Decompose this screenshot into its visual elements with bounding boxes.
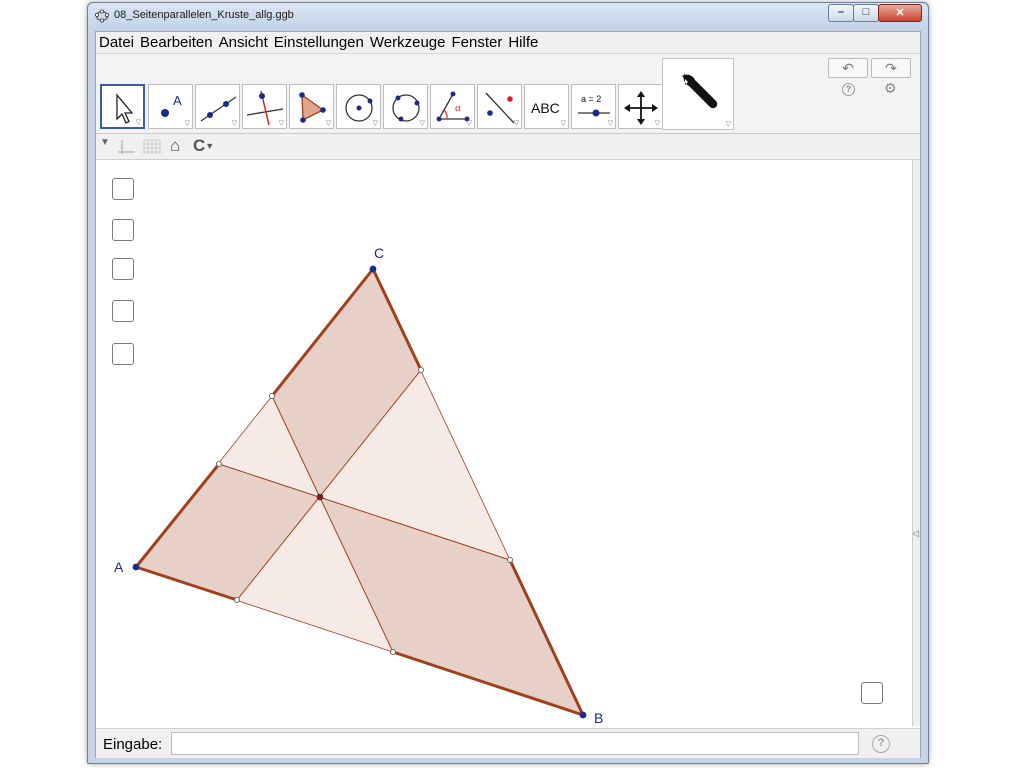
toolbar: ▽ A ▽ ▽ ▽ ▽ ▽ ▽ α ▽ ▽ ABC ▽ a = 2 ▽ ▽ ▽ … [96,54,920,134]
menu-datei[interactable]: Datei [96,32,134,53]
tool-dropdown-icon: ▽ [231,120,237,127]
tool-text[interactable]: ABC ▽ [524,84,569,129]
checkbox-1[interactable] [112,178,134,200]
tool-point[interactable]: A ▽ [148,84,193,129]
menu-ansicht[interactable]: Ansicht [216,32,268,53]
tool-dropdown-icon: ▽ [135,119,141,126]
redo-icon: ↷ [885,60,897,76]
undo-icon: ↶ [842,60,854,76]
tool-dropdown-icon: ▽ [184,120,190,127]
title-bar[interactable]: 08_Seitenparallelen_Kruste_allg.ggb – □ … [88,3,928,29]
close-button[interactable]: ✕ [878,4,922,22]
tool-perpendicular-line[interactable]: ▽ [242,84,287,129]
tool-reflect[interactable]: ▽ [477,84,522,129]
minimize-button[interactable]: – [828,4,854,22]
menu-fenster[interactable]: Fenster [448,32,502,53]
label-a[interactable]: A [114,559,124,575]
close-icon: ✕ [895,7,905,19]
app-client-area: Datei Bearbeiten Ansicht Einstellungen W… [95,31,921,758]
customize-toolbar-button[interactable]: ▽ [662,58,734,130]
tool-slider[interactable]: a = 2 ▽ [571,84,616,129]
point-p1[interactable] [216,460,223,467]
tool-angle-label: α [455,102,461,114]
tool-move[interactable]: ▽ [100,84,145,129]
geogebra-app-icon [95,9,109,23]
point-p4[interactable] [506,556,513,563]
tool-circle-center[interactable]: ▽ [336,84,381,129]
stylebar-toggle-button[interactable]: ▼ [100,137,110,148]
checkbox-3[interactable] [112,258,134,280]
maximize-button[interactable]: □ [853,4,879,22]
polygon-layer [135,268,584,716]
tool-point-label: A [173,93,182,108]
geometry-drawing[interactable]: A B C [96,160,914,726]
tool-dropdown-icon: ▽ [725,121,731,128]
input-bar: Eingabe: ? [96,728,920,758]
tool-circle-three-points[interactable]: ▽ [383,84,428,129]
window-title: 08_Seitenparallelen_Kruste_allg.ggb [114,9,294,21]
tool-dropdown-icon: ▽ [278,120,284,127]
settings-button[interactable]: ⚙ [884,80,897,97]
tool-dropdown-icon: ▽ [560,120,566,127]
checkbox-5[interactable] [112,343,134,365]
help-icon: ? [845,84,852,94]
input-field[interactable] [171,732,859,755]
tool-dropdown-icon: ▽ [419,120,425,127]
tool-slider-label: a = 2 [581,94,601,104]
point-b[interactable] [579,711,587,719]
tool-text-label: ABC [531,100,560,116]
input-help-button[interactable]: ? [872,735,890,753]
tool-dropdown-icon: ▽ [654,120,660,127]
standard-view-button[interactable]: ⌂ [170,136,180,156]
geogebra-window: 08_Seitenparallelen_Kruste_allg.ggb – □ … [87,2,929,764]
tool-polygon[interactable]: ▽ [289,84,334,129]
menu-bar: Datei Bearbeiten Ansicht Einstellungen W… [96,32,920,54]
point-p2[interactable] [268,392,275,399]
help-icon: ? [877,737,885,749]
maximize-icon: □ [862,6,870,18]
label-b[interactable]: B [594,710,603,726]
tool-dropdown-icon: ▽ [513,120,519,127]
menu-werkzeuge[interactable]: Werkzeuge [367,32,446,53]
triangle-left-icon: ◁ [912,528,919,538]
tool-dropdown-icon: ▽ [325,120,331,127]
graphics-view[interactable]: A B C [96,160,914,726]
home-icon: ⌂ [170,136,181,155]
tool-move-graphics-view[interactable]: ▽ [618,84,663,129]
checkbox-6[interactable] [861,682,883,704]
redo-button[interactable]: ↷ [871,58,911,78]
style-bar: ▼ ⌂ C▼ [96,134,920,160]
grid-toggle-icon[interactable] [142,138,162,156]
point-a[interactable] [132,563,140,571]
checkbox-2[interactable] [112,219,134,241]
axes-toggle-icon[interactable] [116,138,136,156]
checkbox-4[interactable] [112,300,134,322]
undo-button[interactable]: ↶ [828,58,868,78]
tool-dropdown-icon: ▽ [607,120,613,127]
point-p6[interactable] [233,596,240,603]
minimize-icon: – [837,6,845,18]
label-c[interactable]: C [374,245,384,261]
help-button[interactable]: ? [842,83,855,96]
menu-einstellungen[interactable]: Einstellungen [271,32,364,53]
triangle-down-icon: ▼ [205,141,215,151]
input-label: Eingabe: [103,736,163,753]
tool-dropdown-icon: ▽ [372,120,378,127]
menu-hilfe[interactable]: Hilfe [505,32,538,53]
tool-line[interactable]: ▽ [195,84,240,129]
tool-angle[interactable]: α ▽ [430,84,475,129]
view-divider-handle[interactable]: ◁ [912,160,920,726]
point-p3[interactable] [417,366,424,373]
wrench-icon [682,73,718,109]
tool-dropdown-icon: ▽ [466,120,472,127]
point-c[interactable] [369,265,377,273]
gear-icon: ⚙ [884,80,897,96]
point-p5[interactable] [389,648,396,655]
window-controls: – □ ✕ [828,4,922,22]
point-capturing-icon: C [193,136,206,155]
center-point[interactable] [316,493,324,501]
triangle-down-icon: ▼ [100,137,110,148]
point-capturing-button[interactable]: C▼ [193,136,214,156]
menu-bearbeiten[interactable]: Bearbeiten [137,32,213,53]
